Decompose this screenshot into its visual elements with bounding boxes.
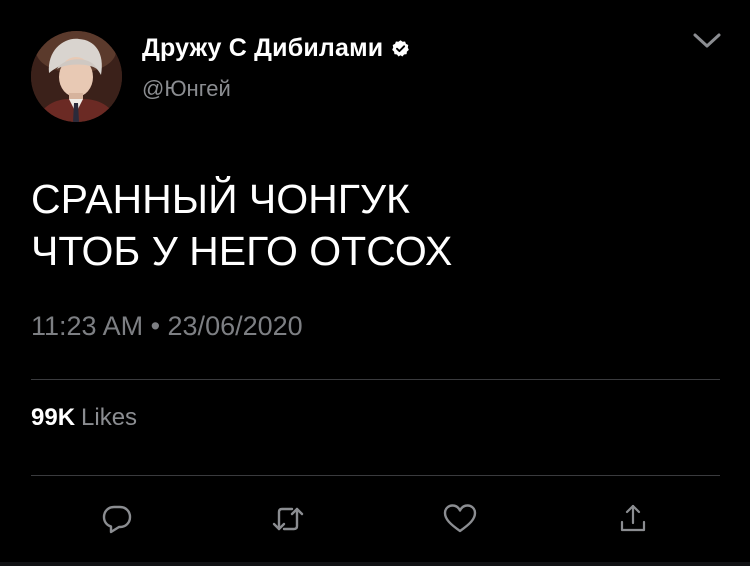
divider	[31, 379, 720, 380]
retweet-icon	[272, 507, 304, 531]
reply-button[interactable]	[97, 499, 137, 539]
tweet-text-line: ЧТОБ У НЕГО ОТСОХ	[31, 228, 453, 274]
retweet-button[interactable]	[268, 499, 308, 539]
reply-icon	[102, 505, 132, 534]
divider	[31, 475, 720, 476]
tweet-timestamp[interactable]: 11:23 AM • 23/06/2020	[31, 311, 303, 342]
user-handle[interactable]: @Юнгей	[142, 76, 231, 102]
likes-count: 99K	[31, 404, 76, 431]
share-icon	[620, 504, 646, 532]
avatar-image	[31, 31, 122, 122]
tweet-text-line: СРАННЫЙ ЧОНГУК	[31, 176, 410, 222]
share-button[interactable]	[613, 499, 653, 539]
likes-label: Likes	[81, 404, 138, 431]
chevron-down-icon[interactable]	[692, 30, 722, 52]
bottom-divider	[0, 562, 750, 566]
like-icon	[443, 504, 477, 533]
like-button[interactable]	[440, 499, 480, 539]
display-name-row: Дружу С Дибилами	[142, 33, 410, 63]
verified-badge-icon	[391, 39, 410, 58]
tweet-text: СРАННЫЙ ЧОНГУК ЧТОБ У НЕГО ОТСОХ	[31, 173, 452, 277]
avatar[interactable]	[31, 31, 122, 122]
tweet-card: Дружу С Дибилами @Юнгей СРАННЫЙ ЧОНГУК Ч…	[0, 0, 750, 566]
likes-summary[interactable]: 99K Likes	[31, 404, 137, 432]
display-name[interactable]: Дружу С Дибилами	[142, 34, 383, 63]
